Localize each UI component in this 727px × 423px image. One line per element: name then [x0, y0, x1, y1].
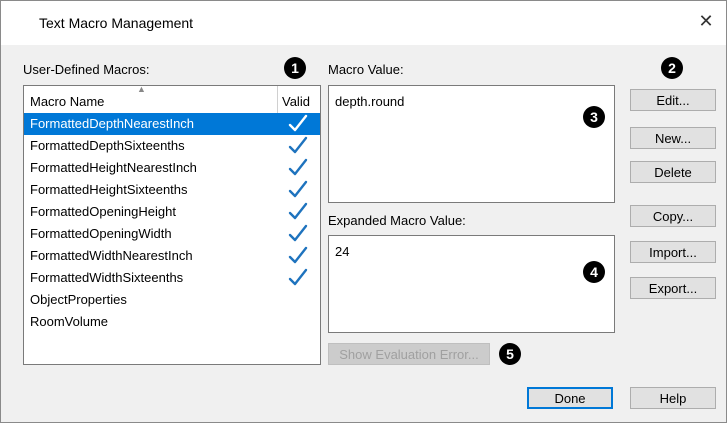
callout-badge-4: 4 [583, 261, 605, 283]
macro-name: RoomVolume [30, 314, 109, 329]
import-button[interactable]: Import... [630, 241, 716, 263]
expanded-macro-value-text: 24 [335, 244, 350, 259]
valid-check-icon [288, 246, 308, 264]
list-item[interactable]: FormattedDepthNearestInch [24, 113, 320, 135]
macro-name: FormattedHeightSixteenths [30, 182, 188, 197]
copy-button[interactable]: Copy... [630, 205, 716, 227]
macro-value-label: Macro Value: [328, 62, 404, 77]
callout-badge-2: 2 [661, 57, 683, 79]
list-item[interactable]: FormattedOpeningWidth [24, 223, 320, 245]
list-item[interactable]: FormattedHeightNearestInch [24, 157, 320, 179]
macro-name: FormattedWidthNearestInch [30, 248, 193, 263]
new-button[interactable]: New... [630, 127, 716, 149]
show-evaluation-error-button[interactable]: Show Evaluation Error... [328, 343, 490, 365]
callout-badge-1: 1 [284, 57, 306, 79]
list-item[interactable]: FormattedWidthSixteenths [24, 267, 320, 289]
text-macro-management-dialog: Text Macro Management ✕ User-Defined Mac… [0, 0, 727, 423]
valid-check-icon [288, 224, 308, 242]
title-bar: Text Macro Management ✕ [1, 1, 726, 45]
expanded-macro-value-label: Expanded Macro Value: [328, 213, 466, 228]
list-item[interactable]: FormattedWidthNearestInch [24, 245, 320, 267]
edit-button[interactable]: Edit... [630, 89, 716, 111]
dialog-title: Text Macro Management [39, 15, 194, 31]
macro-name: FormattedOpeningWidth [30, 226, 172, 241]
list-item[interactable]: FormattedOpeningHeight [24, 201, 320, 223]
close-icon[interactable]: ✕ [696, 11, 716, 31]
column-header-macro-name[interactable]: Macro Name [30, 94, 104, 109]
valid-check-icon [288, 136, 308, 154]
macro-name: FormattedDepthNearestInch [30, 116, 195, 131]
valid-check-icon [288, 158, 308, 176]
macro-name: FormattedHeightNearestInch [30, 160, 197, 175]
valid-check-icon [288, 114, 308, 132]
list-header: ▲ Macro Name Valid [24, 84, 320, 113]
macro-name: ObjectProperties [30, 292, 127, 307]
valid-check-icon [288, 268, 308, 286]
column-header-valid[interactable]: Valid [282, 94, 310, 109]
column-divider [277, 86, 278, 113]
done-button[interactable]: Done [527, 387, 613, 409]
macro-value-field[interactable]: depth.round 3 [328, 85, 615, 203]
user-defined-macros-label: User-Defined Macros: [23, 62, 150, 77]
list-item[interactable]: FormattedDepthSixteenths [24, 135, 320, 157]
callout-badge-5: 5 [499, 343, 521, 365]
valid-check-icon [288, 180, 308, 198]
expanded-macro-value-field[interactable]: 24 4 [328, 235, 615, 333]
help-button[interactable]: Help [630, 387, 716, 409]
callout-badge-3: 3 [583, 106, 605, 128]
macro-name: FormattedWidthSixteenths [30, 270, 184, 285]
macro-name: FormattedDepthSixteenths [30, 138, 185, 153]
macro-name: FormattedOpeningHeight [30, 204, 176, 219]
macro-value-text: depth.round [335, 94, 405, 109]
list-item[interactable]: RoomVolume [24, 311, 320, 333]
list-item[interactable]: ObjectProperties [24, 289, 320, 311]
dialog-body: User-Defined Macros: 1 ▲ Macro Name Vali… [1, 45, 726, 422]
list-item[interactable]: FormattedHeightSixteenths [24, 179, 320, 201]
macro-list[interactable]: ▲ Macro Name Valid FormattedDepthNearest… [23, 84, 321, 365]
export-button[interactable]: Export... [630, 277, 716, 299]
sort-arrow-icon: ▲ [137, 84, 146, 94]
valid-check-icon [288, 202, 308, 220]
delete-button[interactable]: Delete [630, 161, 716, 183]
